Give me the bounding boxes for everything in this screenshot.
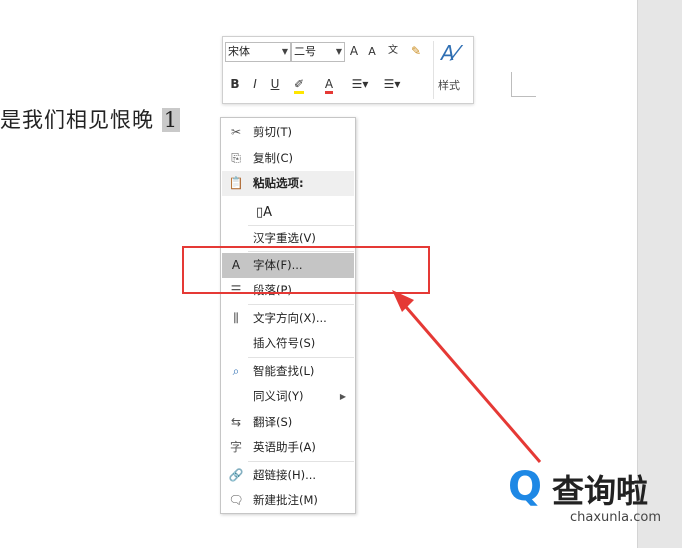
- watermark-logo: Q 查询啦 chaxunla.com: [508, 458, 678, 528]
- logo-mark-icon: Q: [508, 464, 543, 510]
- watermark-name: 查询啦: [552, 472, 649, 510]
- watermark-domain: chaxunla.com: [570, 510, 661, 525]
